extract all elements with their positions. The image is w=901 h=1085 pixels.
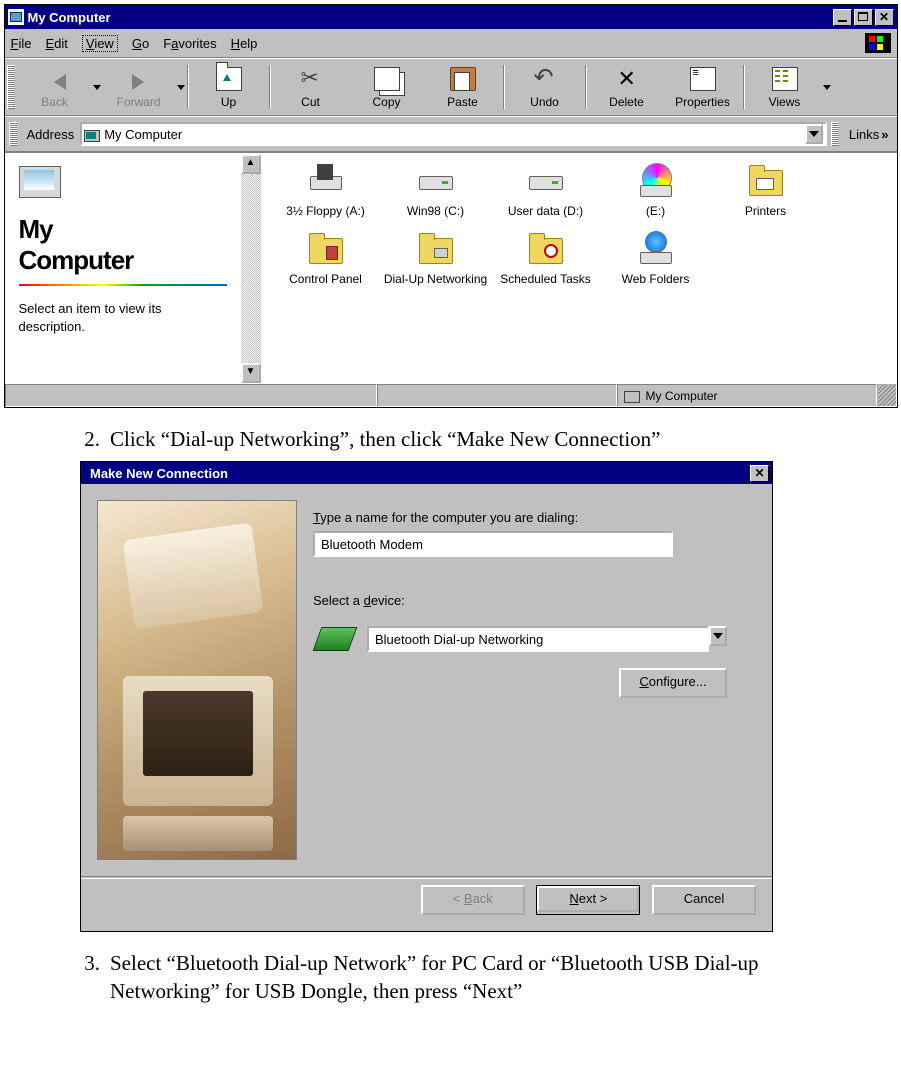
minimize-button[interactable] (833, 9, 852, 26)
back-button: < Back (421, 885, 525, 915)
status-cell-1 (5, 384, 377, 407)
rebar-grip[interactable] (831, 122, 839, 146)
step-text: Click “Dial-up Networking”, then click “… (110, 426, 661, 453)
scroll-up-button[interactable]: ▲ (241, 154, 261, 174)
name-label: Type a name for the computer you are dia… (313, 510, 756, 525)
make-new-connection-dialog: Make New Connection ✕ Type a name for th… (80, 461, 773, 932)
system-menu-icon[interactable] (8, 9, 24, 25)
drive-c[interactable]: Win98 (C:) (381, 162, 491, 218)
web-folders[interactable]: Web Folders (601, 230, 711, 286)
info-description: Select an item to view its description. (19, 300, 227, 335)
modem-device-icon (313, 624, 357, 654)
address-dropdown-button[interactable] (805, 124, 823, 144)
views-dropdown-icon[interactable] (823, 85, 831, 111)
wizard-side-image (97, 500, 297, 860)
cut-button[interactable]: Cut (273, 63, 349, 111)
address-combo[interactable]: My Computer (80, 122, 827, 146)
floppy-drive-icon (308, 162, 344, 198)
menu-edit[interactable]: Edit (45, 36, 67, 51)
hard-drive-icon (418, 162, 454, 198)
delete-button[interactable]: Delete (589, 63, 665, 111)
titlebar[interactable]: Make New Connection ✕ (81, 462, 772, 484)
cancel-button[interactable]: Cancel (652, 885, 756, 915)
my-computer-window: My Computer ✕ File Edit View Go Favorite… (4, 4, 898, 408)
info-pane: MyComputer Select an item to view its de… (5, 154, 241, 383)
drive-d[interactable]: User data (D:) (491, 162, 601, 218)
drive-e[interactable]: (E:) (601, 162, 711, 218)
menu-go[interactable]: Go (132, 36, 149, 51)
scheduled-tasks-folder-icon (528, 230, 564, 266)
menu-favorites[interactable]: Favorites (163, 36, 216, 51)
device-label: Select a device: (313, 593, 756, 608)
up-button[interactable]: Up (191, 63, 267, 111)
undo-button[interactable]: Undo (507, 63, 583, 111)
views-button[interactable]: Views (747, 63, 823, 111)
scheduled-tasks[interactable]: Scheduled Tasks (491, 230, 601, 286)
menu-help[interactable]: Help (231, 36, 258, 51)
scroll-track[interactable] (241, 174, 261, 363)
my-computer-large-icon (19, 164, 63, 202)
rebar-grip[interactable] (9, 122, 17, 146)
info-pane-scrollbar[interactable]: ▲ ▼ (241, 154, 261, 383)
address-value: My Computer (104, 127, 805, 142)
hard-drive-icon (528, 162, 564, 198)
forward-button[interactable]: Forward (101, 63, 177, 111)
control-panel-folder-icon (308, 230, 344, 266)
printers-folder-icon (748, 162, 784, 198)
rebar-grip[interactable] (7, 65, 15, 109)
menu-view[interactable]: View (82, 35, 118, 52)
form-column: Type a name for the computer you are dia… (313, 500, 756, 860)
back-button[interactable]: Back (17, 63, 93, 111)
cd-drive-icon (638, 162, 674, 198)
dialog-body: Type a name for the computer you are dia… (81, 484, 772, 876)
copy-button[interactable]: Copy (349, 63, 425, 111)
step-number: 2. (70, 426, 100, 453)
address-label: Address (27, 127, 75, 142)
dial-up-folder-icon (418, 230, 454, 266)
printers-folder[interactable]: Printers (711, 162, 821, 218)
paste-button[interactable]: Paste (425, 63, 501, 111)
forward-dropdown-icon[interactable] (177, 85, 185, 111)
web-folders-icon (638, 230, 674, 266)
close-button[interactable]: ✕ (875, 9, 894, 26)
client-area: MyComputer Select an item to view its de… (5, 153, 897, 383)
instruction-step-3: 3. Select “Bluetooth Dial-up Network” fo… (70, 950, 865, 1005)
maximize-button[interactable] (854, 9, 873, 26)
windows-logo-icon (865, 33, 891, 53)
drive-floppy-a[interactable]: 3½ Floppy (A:) (271, 162, 381, 218)
titlebar[interactable]: My Computer ✕ (5, 5, 897, 29)
menu-file[interactable]: File (11, 36, 32, 51)
status-cell-2 (377, 384, 617, 407)
step-text: Select “Bluetooth Dial-up Network” for P… (110, 950, 865, 1005)
status-bar: My Computer (5, 383, 897, 407)
resize-grip[interactable] (877, 384, 897, 407)
back-dropdown-icon[interactable] (93, 85, 101, 111)
dialog-title: Make New Connection (90, 466, 750, 481)
close-button[interactable]: ✕ (750, 465, 769, 482)
window-title: My Computer (28, 10, 833, 25)
configure-button[interactable]: Configure... (619, 668, 727, 698)
device-value[interactable] (367, 626, 709, 652)
toolbar: Back Forward Up Cut Copy Paste Undo Dele… (5, 58, 897, 116)
info-heading: MyComputer (19, 214, 227, 276)
connection-name-input[interactable] (313, 531, 673, 557)
step-number: 3. (70, 950, 100, 1005)
dial-up-networking[interactable]: Dial-Up Networking (381, 230, 491, 286)
control-panel[interactable]: Control Panel (271, 230, 381, 286)
my-computer-small-icon (624, 389, 640, 403)
dialog-button-row: < Back Next > Cancel (81, 876, 772, 931)
links-button[interactable]: Links (845, 125, 893, 144)
instruction-step-2: 2. Click “Dial-up Networking”, then clic… (70, 426, 865, 453)
device-combo[interactable] (367, 626, 727, 652)
icon-area[interactable]: 3½ Floppy (A:) Win98 (C:) User data (D:)… (261, 154, 897, 383)
scroll-down-button[interactable]: ▼ (241, 363, 261, 383)
address-bar: Address My Computer Links (5, 116, 897, 153)
next-button[interactable]: Next > (536, 885, 640, 915)
menubar: File Edit View Go Favorites Help (5, 29, 897, 58)
device-dropdown-button[interactable] (709, 626, 727, 646)
status-cell-zone: My Computer (617, 384, 877, 407)
my-computer-icon (84, 126, 100, 142)
divider-rainbow (19, 284, 227, 286)
properties-button[interactable]: Properties (665, 63, 741, 111)
